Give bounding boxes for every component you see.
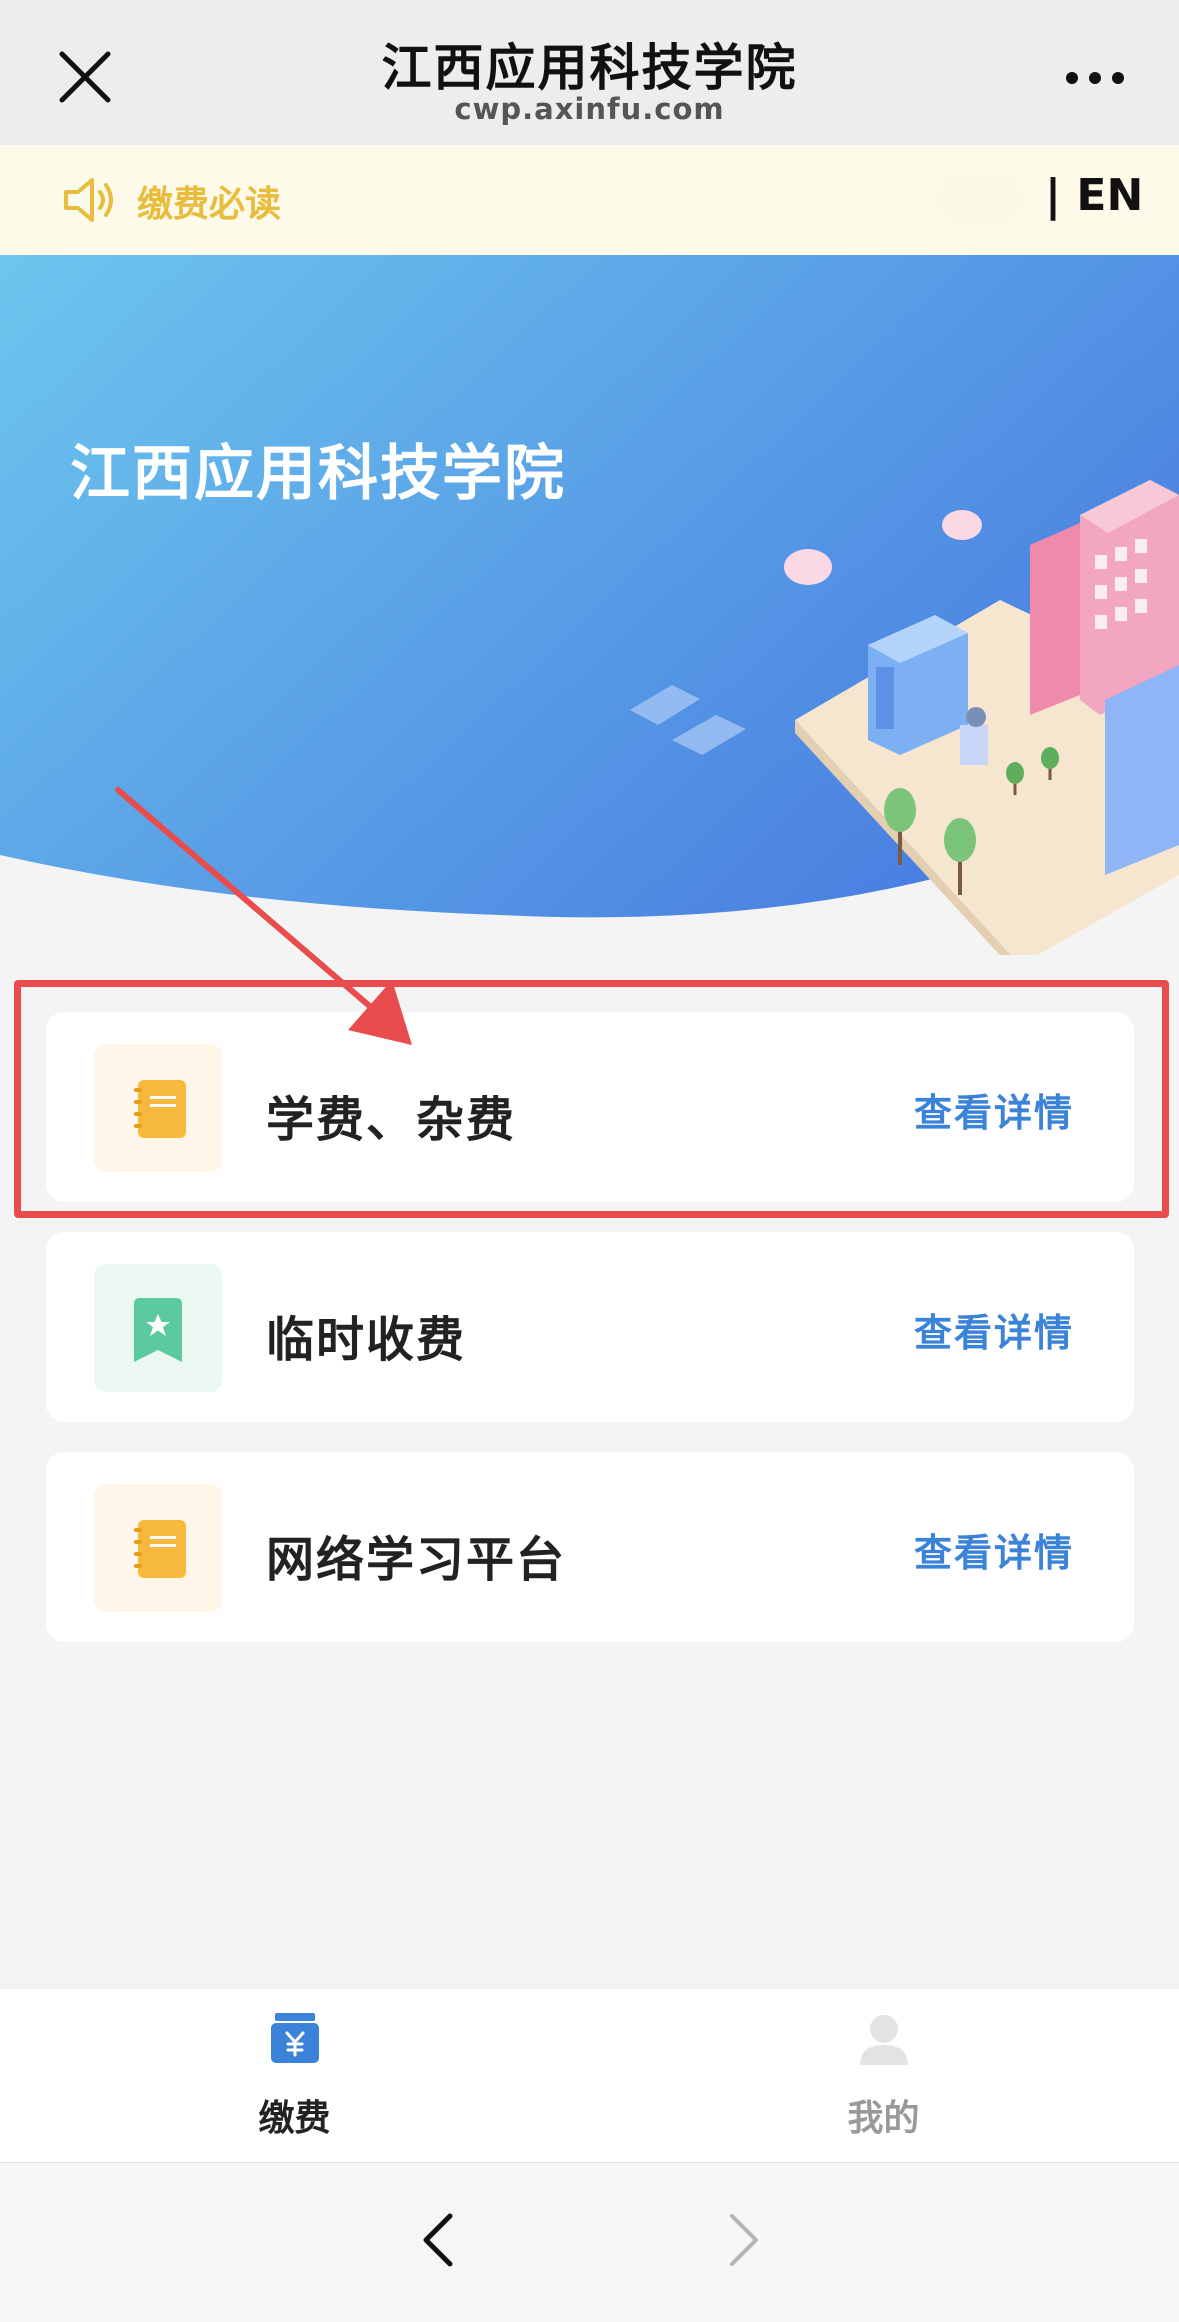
- tab-mine[interactable]: 我的: [589, 1989, 1178, 2163]
- hero-banner: [0, 255, 1179, 955]
- page-url: cwp.axinfu.com: [454, 92, 725, 126]
- yen-wallet-icon: [271, 2013, 319, 2063]
- tab-label: 我的: [847, 2098, 920, 2139]
- back-arrow-icon[interactable]: [410, 2210, 470, 2270]
- user-icon: [860, 2015, 908, 2065]
- view-details-link[interactable]: 查看详情: [914, 1082, 1074, 1137]
- language-blurred: [940, 178, 1020, 220]
- speaker-icon: [64, 178, 113, 222]
- page-title: 江西应用科技学院: [381, 39, 798, 97]
- bookmark-star-icon: [94, 1264, 222, 1392]
- item-label: 临时收费: [266, 1312, 467, 1368]
- tab-label: 缴费: [258, 2098, 331, 2139]
- forward-arrow-icon[interactable]: [712, 2210, 772, 2270]
- item-label: 学费、杂费: [266, 1092, 517, 1148]
- fee-item-tuition[interactable]: 学费、杂费 查看详情: [46, 1012, 1134, 1202]
- view-details-link[interactable]: 查看详情: [914, 1302, 1074, 1357]
- tab-payment[interactable]: 缴费: [0, 1989, 589, 2163]
- fee-item-online-learning[interactable]: 网络学习平台 查看详情: [46, 1452, 1134, 1642]
- payment-page: 江西应用科技学院 cwp.axinfu.com 缴费必读 | EN 江西应用科技…: [0, 0, 1179, 2322]
- browser-bottom-bar: [0, 2162, 1179, 2322]
- payment-notice-link[interactable]: 缴费必读: [137, 175, 281, 227]
- hero-title: 江西应用科技学院: [70, 439, 566, 509]
- notebook-icon: [94, 1044, 222, 1172]
- view-details-link[interactable]: 查看详情: [914, 1522, 1074, 1577]
- bottom-tab-bar: 缴费 我的: [0, 1988, 1179, 2162]
- language-switch-en[interactable]: | EN: [1045, 170, 1143, 221]
- more-icon[interactable]: [1060, 60, 1140, 100]
- fee-item-temporary[interactable]: 临时收费 查看详情: [46, 1232, 1134, 1422]
- notebook-icon: [94, 1484, 222, 1612]
- top-nav-bar: 江西应用科技学院 cwp.axinfu.com: [0, 0, 1179, 145]
- item-label: 网络学习平台: [266, 1532, 567, 1588]
